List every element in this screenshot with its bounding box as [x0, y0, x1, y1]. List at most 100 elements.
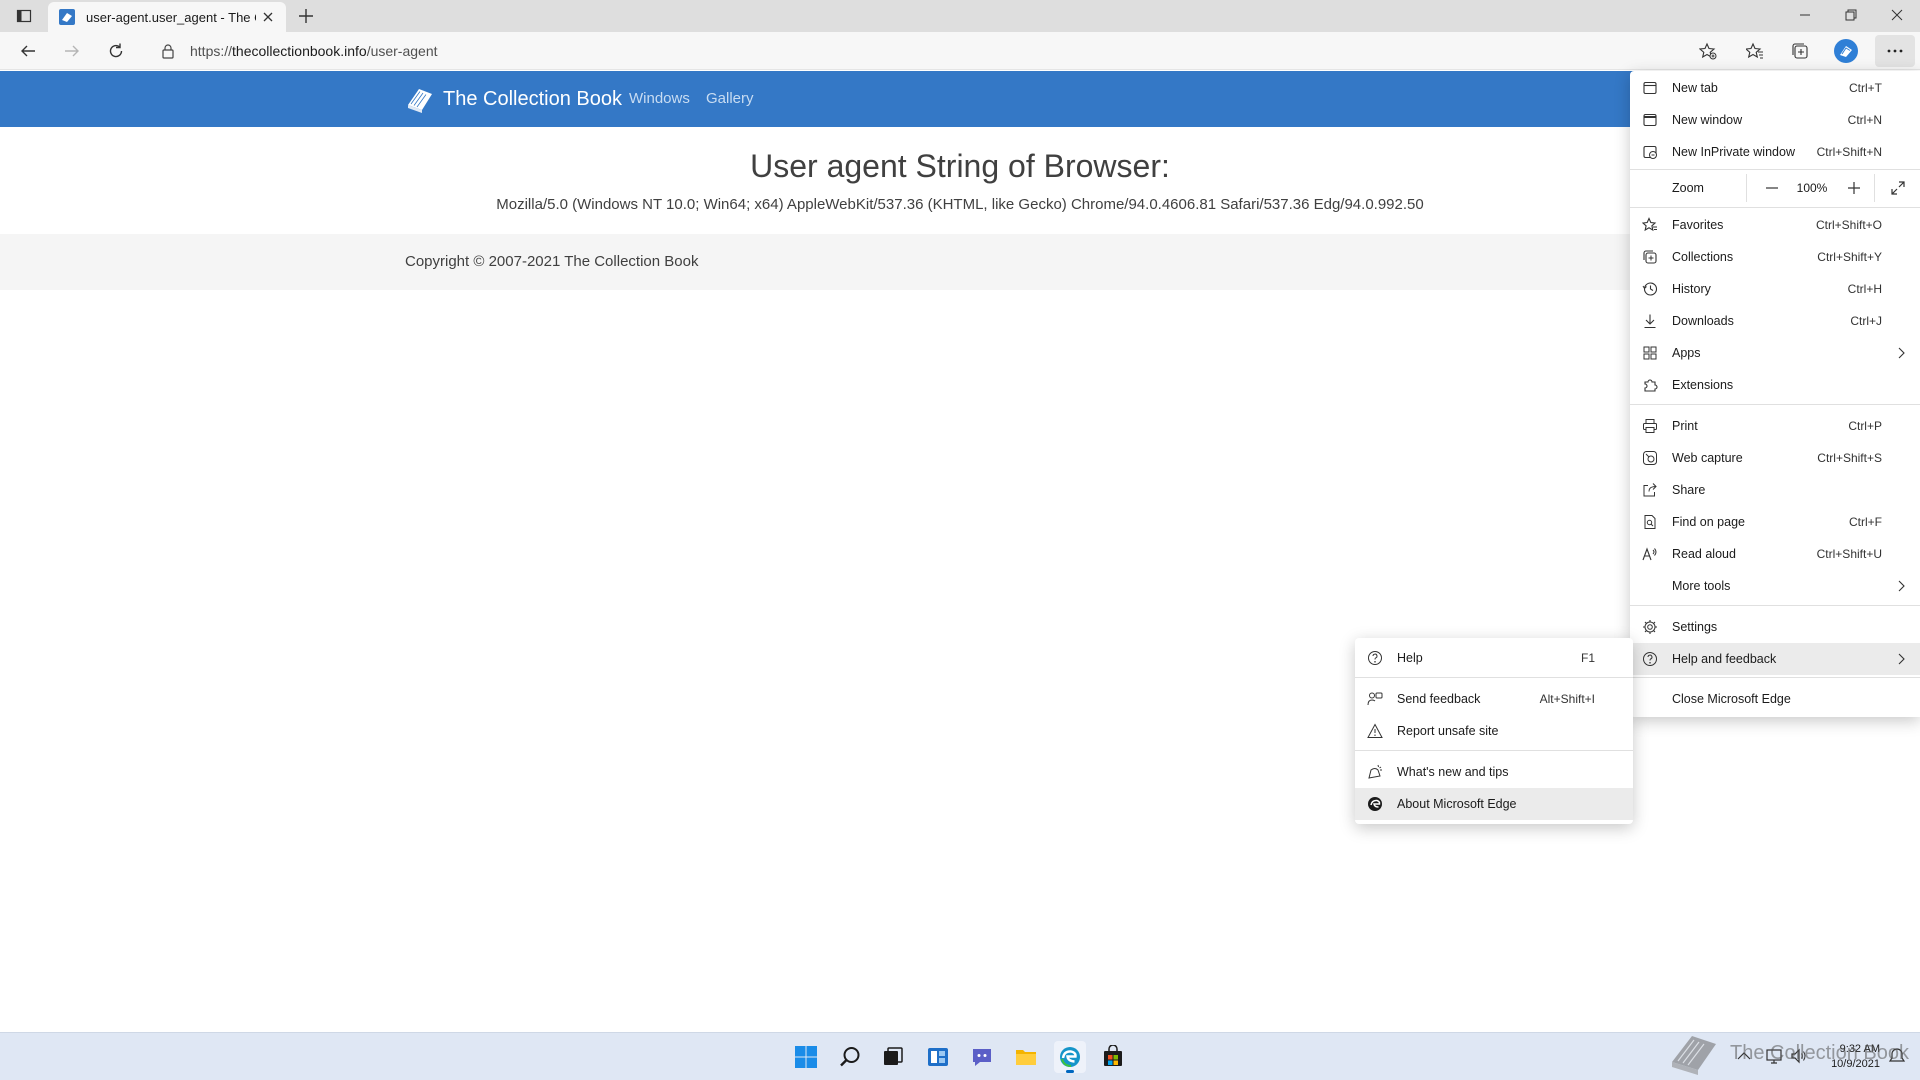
task-view-button[interactable]	[877, 1041, 909, 1073]
address-bar[interactable]: https://thecollectionbook.info/user-agen…	[150, 36, 1710, 66]
zoom-label: Zoom	[1672, 181, 1704, 195]
file-explorer-button[interactable]	[1010, 1041, 1042, 1073]
refresh-icon	[109, 43, 123, 58]
share-icon	[1642, 482, 1658, 498]
menu-item-collections[interactable]: Collections Ctrl+Shift+Y	[1630, 241, 1920, 273]
book-favicon-icon	[59, 9, 75, 25]
new-tab-button[interactable]	[294, 4, 318, 28]
widgets-button[interactable]	[922, 1041, 954, 1073]
menu-item-downloads[interactable]: Downloads Ctrl+J	[1630, 305, 1920, 337]
submenu-item-label: What's new and tips	[1397, 765, 1509, 779]
submenu-item-send-feedback[interactable]: Send feedback Alt+Shift+I	[1355, 683, 1633, 715]
menu-item-label: Close Microsoft Edge	[1672, 692, 1791, 706]
add-favorite-button[interactable]	[1693, 37, 1723, 65]
submenu-item-label: About Microsoft Edge	[1397, 797, 1517, 811]
menu-item-new-tab[interactable]: New tab Ctrl+T	[1630, 72, 1920, 104]
menu-divider	[1355, 750, 1633, 751]
favorites-button[interactable]	[1740, 37, 1770, 65]
new-tab-icon	[1642, 80, 1658, 96]
refresh-button[interactable]	[101, 37, 131, 65]
menu-item-shortcut: Ctrl+Shift+Y	[1817, 250, 1882, 264]
url-text[interactable]: https://thecollectionbook.info/user-agen…	[190, 43, 438, 59]
settings-and-more-button[interactable]	[1875, 35, 1915, 67]
zoom-control: Zoom 100%	[1630, 170, 1920, 206]
menu-item-find-on-page[interactable]: Find on page Ctrl+F	[1630, 506, 1920, 538]
restore-button[interactable]	[1828, 0, 1874, 30]
zoom-divider	[1874, 174, 1875, 202]
store-icon	[1104, 1045, 1122, 1066]
help-and-feedback-submenu: Help F1 Send feedback Alt+Shift+I Report…	[1355, 638, 1633, 824]
site-brand-link[interactable]: The Collection Book	[405, 85, 622, 113]
collections-icon	[1792, 43, 1808, 59]
zoom-level: 100%	[1796, 181, 1828, 195]
plus-icon	[1848, 182, 1860, 194]
nav-link-windows[interactable]: Windows	[629, 90, 690, 107]
forward-button[interactable]	[57, 37, 87, 65]
menu-item-settings[interactable]: Settings	[1630, 611, 1920, 643]
menu-item-share[interactable]: Share	[1630, 474, 1920, 506]
nav-link-gallery[interactable]: Gallery	[706, 90, 754, 107]
history-icon	[1642, 281, 1658, 297]
menu-item-label: Downloads	[1672, 314, 1734, 328]
teams-chat-button[interactable]	[966, 1041, 998, 1073]
menu-item-history[interactable]: History Ctrl+H	[1630, 273, 1920, 305]
zoom-out-button[interactable]	[1760, 176, 1784, 200]
store-button[interactable]	[1097, 1041, 1129, 1073]
chevron-right-icon	[1898, 347, 1905, 359]
submenu-item-report-unsafe-site[interactable]: Report unsafe site	[1355, 715, 1633, 747]
submenu-item-label: Report unsafe site	[1397, 724, 1499, 738]
menu-item-close-microsoft-edge[interactable]: Close Microsoft Edge	[1630, 683, 1920, 715]
menu-item-shortcut: Ctrl+P	[1848, 419, 1882, 433]
watermark-text: The Collection Book	[1730, 1041, 1909, 1064]
menu-item-favorites[interactable]: Favorites Ctrl+Shift+O	[1630, 209, 1920, 241]
menu-item-shortcut: Ctrl+F	[1849, 515, 1882, 529]
menu-item-read-aloud[interactable]: Read aloud Ctrl+Shift+U	[1630, 538, 1920, 570]
back-button[interactable]	[13, 37, 43, 65]
read-aloud-icon	[1642, 546, 1658, 562]
browser-tab[interactable]: user-agent.user_agent - The Col	[48, 2, 286, 32]
close-tab-icon[interactable]	[260, 9, 276, 25]
menu-divider	[1630, 605, 1920, 606]
menu-item-web-capture[interactable]: Web capture Ctrl+Shift+S	[1630, 442, 1920, 474]
minimize-button[interactable]	[1782, 0, 1828, 30]
menu-item-new-window[interactable]: New window Ctrl+N	[1630, 104, 1920, 136]
book-logo-icon	[408, 89, 432, 113]
menu-item-label: Extensions	[1672, 378, 1734, 392]
favorites-bar-icon	[1746, 42, 1763, 59]
menu-item-label: Share	[1672, 483, 1706, 497]
plus-icon	[299, 9, 313, 23]
menu-item-extensions[interactable]: Extensions	[1630, 369, 1920, 401]
menu-item-print[interactable]: Print Ctrl+P	[1630, 410, 1920, 442]
menu-item-label: Find on page	[1672, 515, 1745, 529]
menu-item-help-and-feedback[interactable]: Help and feedback	[1630, 643, 1920, 675]
menu-item-label: Web capture	[1672, 451, 1743, 465]
fullscreen-button[interactable]	[1886, 176, 1910, 200]
submenu-item-about-microsoft-edge[interactable]: About Microsoft Edge	[1355, 788, 1633, 820]
close-window-button[interactable]	[1874, 0, 1920, 30]
extensions-icon	[1642, 377, 1658, 393]
start-button[interactable]	[790, 1041, 822, 1073]
warning-icon	[1367, 723, 1383, 739]
menu-item-new-inprivate-window[interactable]: New InPrivate window Ctrl+Shift+N	[1630, 136, 1920, 168]
menu-item-more-tools[interactable]: More tools	[1630, 570, 1920, 602]
edge-taskbar-button[interactable]	[1054, 1041, 1086, 1073]
profile-button[interactable]	[1831, 37, 1861, 65]
forward-arrow-icon	[65, 45, 79, 57]
collections-button[interactable]	[1785, 37, 1815, 65]
tab-actions-button[interactable]	[10, 4, 38, 28]
menu-item-label: More tools	[1672, 579, 1731, 593]
menu-item-label: Help and feedback	[1672, 652, 1777, 666]
submenu-item-whats-new-and-tips[interactable]: What's new and tips	[1355, 756, 1633, 788]
menu-item-label: New tab	[1672, 81, 1718, 95]
more-horizontal-icon	[1887, 49, 1903, 53]
print-icon	[1642, 418, 1658, 434]
menu-item-label: History	[1672, 282, 1711, 296]
menu-item-shortcut: Ctrl+J	[1850, 314, 1882, 328]
minus-icon	[1766, 187, 1778, 189]
search-button[interactable]	[834, 1041, 866, 1073]
help-icon	[1367, 650, 1383, 666]
submenu-item-help[interactable]: Help F1	[1355, 642, 1633, 674]
lock-icon[interactable]	[160, 43, 176, 59]
menu-item-apps[interactable]: Apps	[1630, 337, 1920, 369]
zoom-in-button[interactable]	[1842, 176, 1866, 200]
